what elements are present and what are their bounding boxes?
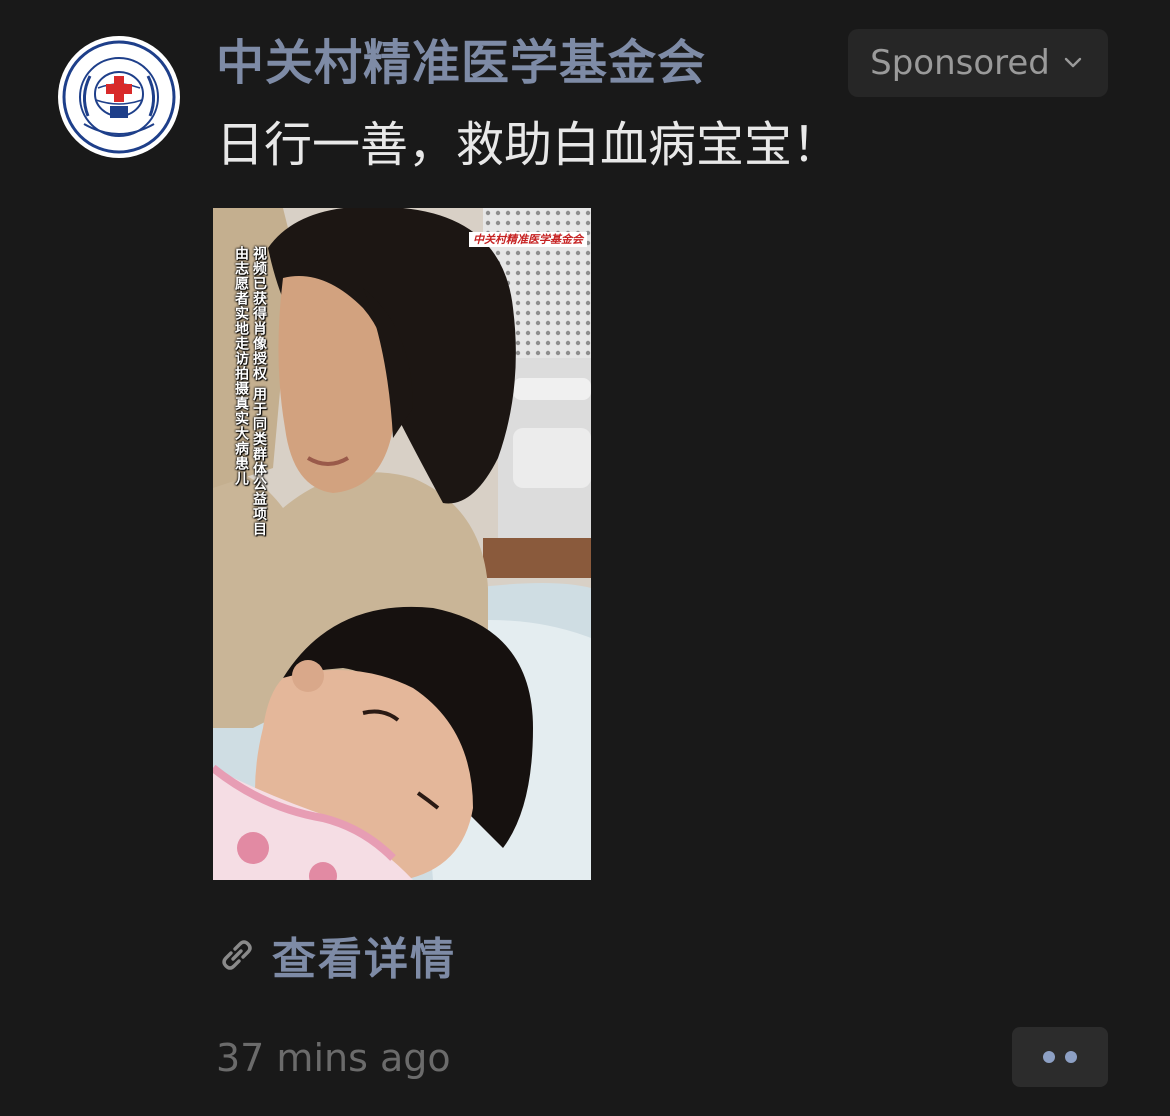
link-icon <box>216 934 258 976</box>
video-caption-line-1: 视频已获得肖像授权 用于同类群体公益项目 <box>251 246 267 537</box>
author-name[interactable]: 中关村精准医学基金会 <box>216 30 706 96</box>
foundation-logo-icon <box>60 38 178 156</box>
chevron-down-icon <box>1064 57 1082 69</box>
sponsored-post: 中关村精准医学基金会 Sponsored 日行一善，救助白血病宝宝！ 中关村精准… <box>0 0 1170 1116</box>
view-details-label: 查看详情 <box>272 934 456 985</box>
more-dots-icon <box>1065 1051 1077 1063</box>
more-dots-icon <box>1043 1051 1055 1063</box>
sponsored-button[interactable]: Sponsored <box>848 29 1108 97</box>
video-watermark: 中关村精准医学基金会 <box>469 232 587 247</box>
video-caption-line-2: 由志愿者实地走访拍摄真实大病患儿 <box>233 246 249 486</box>
video-frame-image <box>213 208 591 880</box>
post-text: 日行一善，救助白血病宝宝！ <box>216 117 841 173</box>
author-avatar[interactable] <box>58 36 180 158</box>
more-actions-button[interactable] <box>1012 1027 1108 1087</box>
view-details-link[interactable]: 查看详情 <box>216 922 456 988</box>
post-video-thumbnail[interactable]: 中关村精准医学基金会 视频已获得肖像授权 用于同类群体公益项目 由志愿者实地走访… <box>213 208 591 880</box>
sponsored-label: Sponsored <box>870 43 1050 83</box>
post-timestamp: 37 mins ago <box>216 1036 451 1080</box>
